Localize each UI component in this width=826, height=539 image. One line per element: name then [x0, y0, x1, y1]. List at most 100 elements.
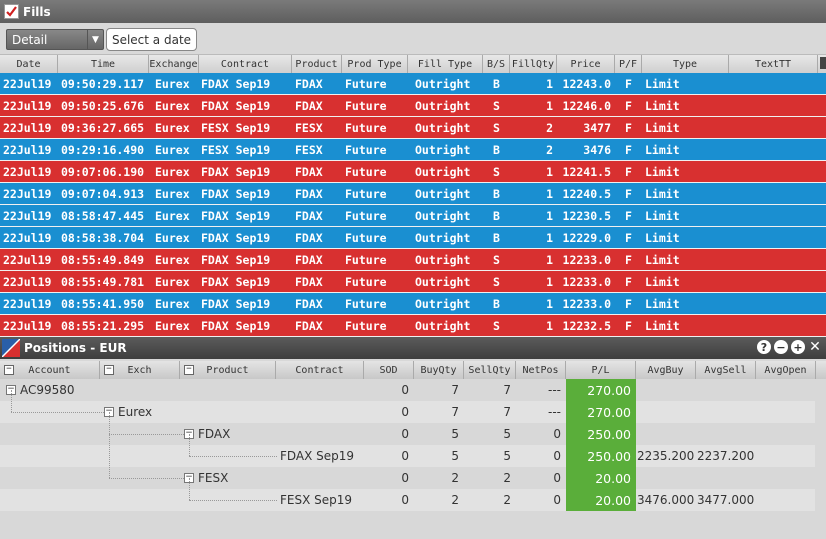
- position-sell: 7: [503, 383, 511, 397]
- column-header-netpos[interactable]: NetPos: [516, 361, 566, 379]
- fill-cell-bs: B: [493, 230, 500, 245]
- tree-connector: [11, 412, 104, 413]
- fill-cell-price: 12233.0: [562, 252, 611, 267]
- fill-row[interactable]: 22Jul19 08:58:47.445 Eurex FDAX Sep19 FDAX Fu…: [0, 205, 826, 227]
- fill-row[interactable]: 22Jul19 09:07:06.190 Eurex FDAX Sep19 FDAX Fu…: [0, 161, 826, 183]
- fill-cell-time: 08:55:41.950: [61, 296, 145, 311]
- fill-cell-fill-type: Outright: [415, 252, 471, 267]
- column-header-contract[interactable]: Contract: [199, 55, 292, 73]
- collapse-group-icon[interactable]: −: [104, 365, 114, 375]
- fill-row[interactable]: 22Jul19 08:58:38.704 Eurex FDAX Sep19 FDAX Fu…: [0, 227, 826, 249]
- column-header-b-s[interactable]: B/S: [483, 55, 510, 73]
- column-header-exch[interactable]: − Exch: [100, 361, 180, 379]
- scrollbar[interactable]: [820, 57, 826, 69]
- column-header-product[interactable]: Product: [292, 55, 342, 73]
- fill-cell-product: FDAX: [295, 296, 323, 311]
- fill-cell-product: FDAX: [295, 76, 323, 91]
- fill-row[interactable]: 22Jul19 08:55:21.295 Eurex FDAX Sep19 FDAX Fu…: [0, 315, 826, 337]
- column-header-exchange[interactable]: Exchange: [149, 55, 199, 73]
- collapse-group-icon[interactable]: −: [4, 365, 14, 375]
- fill-cell-pf: F: [625, 252, 632, 267]
- fill-cell-fill-type: Outright: [415, 186, 471, 201]
- fill-cell-type: Limit: [645, 230, 680, 245]
- chevron-down-icon[interactable]: ▼: [87, 30, 103, 49]
- fill-cell-type: Limit: [645, 186, 680, 201]
- column-header-price[interactable]: Price: [557, 55, 615, 73]
- view-mode-select[interactable]: Detail ▼: [6, 29, 104, 50]
- positions-grid-body: − AC99580 0 7 7 --- 270.00− Eurex 0 7 7 --- 270.00− F…: [0, 379, 826, 539]
- fill-cell-fill-type: Outright: [415, 274, 471, 289]
- view-mode-value: Detail: [12, 32, 48, 47]
- position-buy: 7: [451, 383, 459, 397]
- fills-toggle-checkbox[interactable]: [4, 4, 19, 19]
- column-header-label: SOD: [379, 364, 398, 376]
- column-header-label: SellQty: [468, 364, 511, 376]
- column-header-product[interactable]: − Product: [180, 361, 276, 379]
- fill-cell-bs: S: [493, 274, 500, 289]
- column-header-time[interactable]: Time: [58, 55, 149, 73]
- fill-cell-contract: FDAX Sep19: [201, 230, 271, 245]
- fill-row[interactable]: 22Jul19 08:55:49.781 Eurex FDAX Sep19 FDAX Fu…: [0, 271, 826, 293]
- position-avgsell: [696, 401, 756, 423]
- position-row[interactable]: − AC99580 0 7 7 --- 270.00: [0, 379, 815, 401]
- column-header-avgsell[interactable]: AvgSell: [696, 361, 756, 379]
- position-avgbuy: 3476.000: [637, 493, 695, 507]
- column-header-p-f[interactable]: P/F: [615, 55, 642, 73]
- position-net: 0: [553, 449, 561, 463]
- column-header-account[interactable]: − Account: [0, 361, 100, 379]
- fill-cell-price: 12246.0: [562, 98, 611, 113]
- fill-row[interactable]: 22Jul19 09:36:27.665 Eurex FESX Sep19 FESX Fu…: [0, 117, 826, 139]
- fill-cell-date: 22Jul19: [3, 98, 52, 113]
- collapse-group-icon[interactable]: −: [184, 365, 194, 375]
- fill-cell-exchange: Eurex: [155, 120, 190, 135]
- column-header-fill-type[interactable]: Fill Type: [408, 55, 483, 73]
- position-row[interactable]: FESX Sep19 0 2 2 0 20.00 3476.000 3477.000: [0, 489, 815, 511]
- fill-cell-price: 12241.5: [562, 164, 611, 179]
- position-sod: 0: [401, 493, 409, 507]
- position-avgsell: [696, 467, 756, 489]
- fill-row[interactable]: 22Jul19 09:07:04.913 Eurex FDAX Sep19 FDAX Fu…: [0, 183, 826, 205]
- help-icon[interactable]: ?: [757, 340, 771, 354]
- fill-cell-exchange: Eurex: [155, 98, 190, 113]
- fill-cell-bs: B: [493, 208, 500, 223]
- column-header-avgbuy[interactable]: AvgBuy: [636, 361, 696, 379]
- column-header-p-l[interactable]: P/L: [566, 361, 636, 379]
- position-avgbuy: 2235.200: [637, 449, 695, 463]
- column-header-avgopen[interactable]: AvgOpen: [756, 361, 816, 379]
- fill-row[interactable]: 22Jul19 09:29:16.490 Eurex FESX Sep19 FESX Fu…: [0, 139, 826, 161]
- column-header-date[interactable]: Date: [0, 55, 58, 73]
- fill-row[interactable]: 22Jul19 09:50:29.117 Eurex FDAX Sep19 FDAX Fu…: [0, 73, 826, 95]
- fill-cell-time: 08:55:49.849: [61, 252, 145, 267]
- checkmark-icon: [6, 6, 17, 17]
- fill-cell-price: 12230.5: [562, 208, 611, 223]
- add-icon[interactable]: +: [791, 340, 805, 354]
- fill-cell-fill-type: Outright: [415, 296, 471, 311]
- fill-cell-bs: S: [493, 318, 500, 333]
- select-date-button[interactable]: Select a date: [106, 28, 197, 51]
- close-icon[interactable]: ✕: [808, 339, 822, 355]
- position-sod: 0: [401, 383, 409, 397]
- column-header-fillqty[interactable]: FillQty: [510, 55, 557, 73]
- fill-row[interactable]: 22Jul19 08:55:49.849 Eurex FDAX Sep19 FDAX Fu…: [0, 249, 826, 271]
- column-header-prod-type[interactable]: Prod Type: [342, 55, 408, 73]
- minimize-icon[interactable]: −: [774, 340, 788, 354]
- position-exch: Eurex: [118, 405, 153, 419]
- column-header-buyqty[interactable]: BuyQty: [414, 361, 464, 379]
- fill-row[interactable]: 22Jul19 09:50:25.676 Eurex FDAX Sep19 FDAX Fu…: [0, 95, 826, 117]
- position-row[interactable]: FDAX Sep19 0 5 5 0 250.00 2235.200 2237.200: [0, 445, 815, 467]
- position-row[interactable]: − Eurex 0 7 7 --- 270.00: [0, 401, 815, 423]
- fill-row[interactable]: 22Jul19 08:55:41.950 Eurex FDAX Sep19 FDAX Fu…: [0, 293, 826, 315]
- fill-cell-contract: FDAX Sep19: [201, 296, 271, 311]
- fill-cell-price: 12240.5: [562, 186, 611, 201]
- column-header-texttt[interactable]: TextTT: [729, 55, 818, 73]
- fill-cell-exchange: Eurex: [155, 142, 190, 157]
- column-header-sellqty[interactable]: SellQty: [464, 361, 516, 379]
- column-header-contract[interactable]: Contract: [276, 361, 364, 379]
- fill-cell-prod-type: Future: [345, 296, 387, 311]
- tree-connector: [189, 434, 190, 456]
- fill-cell-exchange: Eurex: [155, 230, 190, 245]
- column-header-type[interactable]: Type: [642, 55, 729, 73]
- fill-cell-prod-type: Future: [345, 186, 387, 201]
- column-header-sod[interactable]: SOD: [364, 361, 414, 379]
- fill-cell-type: Limit: [645, 98, 680, 113]
